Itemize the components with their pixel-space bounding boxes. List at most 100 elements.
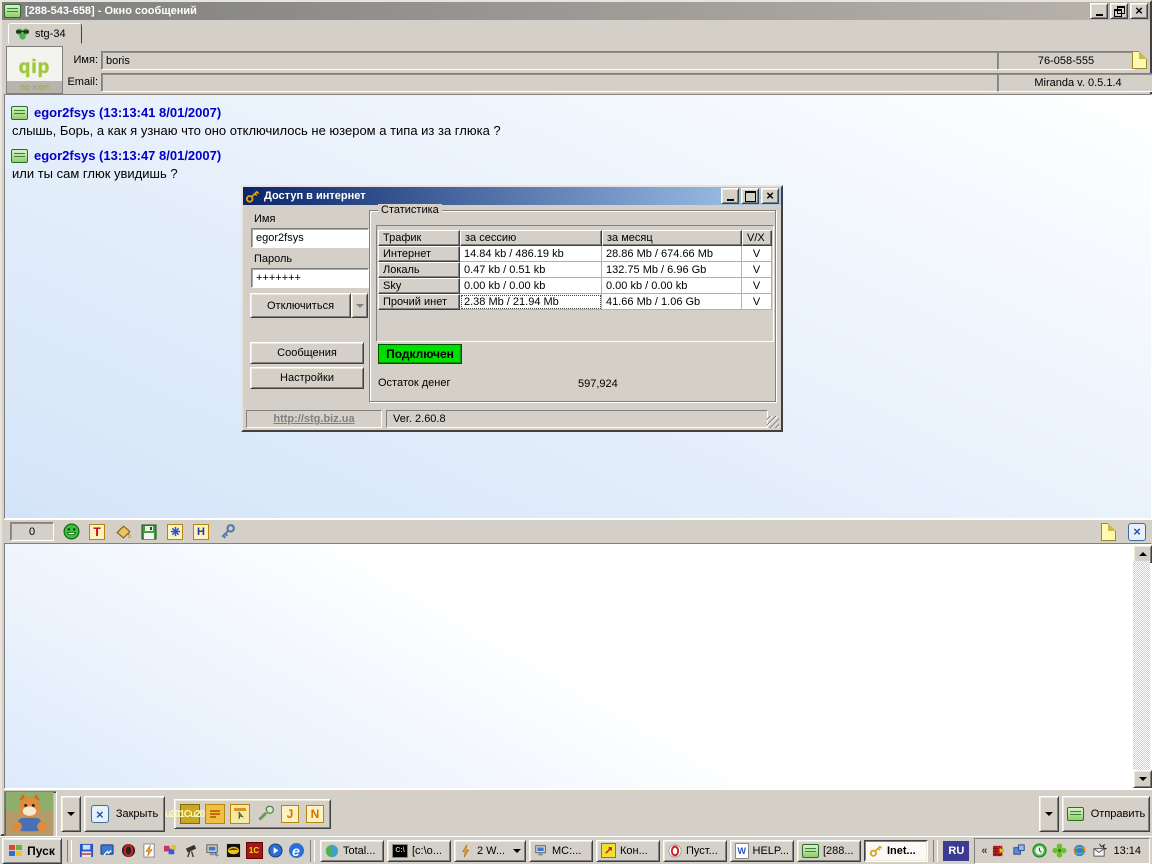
cell-check: V — [742, 262, 772, 278]
quotes-icon[interactable] — [180, 804, 200, 824]
dialog-minimize-button[interactable] — [721, 188, 739, 204]
quicklaunch-computer-icon[interactable] — [203, 842, 221, 860]
tab-label: stg-34 — [35, 28, 66, 40]
dialog-maximize-button[interactable] — [741, 188, 759, 204]
tray-puzzle-icon[interactable] — [1011, 843, 1027, 859]
key-icon — [245, 189, 260, 204]
quicklaunch-telescope-icon[interactable] — [182, 842, 200, 860]
name-field[interactable]: boris — [101, 51, 1001, 70]
tab-bar: stg-34 — [4, 22, 1152, 44]
cell-check: V — [742, 278, 772, 294]
quicklaunch-bat-icon[interactable] — [224, 842, 242, 860]
taskbar-button-cmd[interactable]: [c:\o... — [387, 840, 451, 862]
message-input[interactable] — [4, 543, 1152, 789]
taskbar-separator — [310, 840, 315, 862]
incoming-message-icon — [11, 149, 28, 163]
messages-button[interactable]: Сообщения — [250, 342, 364, 364]
quicklaunch-1c-icon[interactable] — [245, 842, 263, 860]
close-options-dropdown[interactable] — [61, 796, 81, 832]
quicklaunch-lightning-icon[interactable] — [140, 842, 158, 860]
close-button[interactable] — [1130, 3, 1148, 19]
window-cursor-icon[interactable] — [230, 804, 250, 824]
settings-button[interactable]: Настройки — [250, 367, 364, 389]
statistics-group: Статистика Трафик за сессию за месяц V/X… — [369, 210, 776, 402]
cell-session-selected: 2.38 Mb / 21.94 Mb — [460, 294, 602, 310]
email-field[interactable] — [101, 73, 1001, 92]
wrench-icon[interactable] — [255, 804, 275, 824]
send-options-dropdown[interactable] — [1039, 796, 1059, 832]
col-header-vx[interactable]: V/X — [742, 230, 772, 246]
password-input[interactable]: +++++++ — [251, 268, 369, 288]
windows-logo-icon — [9, 845, 23, 857]
taskbar-button-help-doc[interactable]: HELP... — [730, 840, 794, 862]
taskbar-button-mc[interactable]: МС:... — [529, 840, 593, 862]
text-color-icon[interactable] — [88, 523, 106, 541]
taskbar-button-total[interactable]: Total... — [320, 840, 384, 862]
quicklaunch-internet-explorer-icon[interactable] — [287, 842, 305, 860]
minimize-button[interactable] — [1090, 3, 1108, 19]
asterisk-icon[interactable] — [166, 523, 184, 541]
tray-clock-icon[interactable] — [1031, 843, 1047, 859]
taskbar-button-console[interactable]: Кон... — [596, 840, 660, 862]
quicklaunch-opera-icon[interactable] — [119, 842, 137, 860]
login-input[interactable]: egor2fsys — [251, 228, 369, 248]
col-header-traffic[interactable]: Трафик — [378, 230, 460, 246]
taskbar-separator — [67, 840, 72, 862]
quote-key-icon[interactable] — [218, 523, 236, 541]
quicklaunch-floppy-icon[interactable] — [77, 842, 95, 860]
tray-collapse-icon[interactable] — [981, 845, 987, 857]
template-icon[interactable] — [205, 804, 225, 824]
journal-icon[interactable] — [280, 804, 300, 824]
clover-sunglasses-icon — [15, 26, 30, 41]
statistics-panel: Трафик за сессию за месяц V/X Интернет 1… — [376, 225, 774, 342]
row-header[interactable]: Sky — [378, 278, 460, 294]
taskbar-button-inet-active[interactable]: Inet... — [864, 840, 928, 862]
message-header: egor2fsys (13:13:47 8/01/2007) — [11, 148, 1145, 163]
cell-session: 0.47 kb / 0.51 kb — [460, 262, 602, 278]
tab-stg-34[interactable]: stg-34 — [8, 23, 82, 44]
tray-clover-icon[interactable] — [1051, 843, 1067, 859]
quicklaunch-palette-icon[interactable] — [161, 842, 179, 860]
start-button[interactable]: Пуск — [2, 838, 62, 864]
tray-globe-icon[interactable] — [1071, 843, 1087, 859]
restore-button[interactable] — [1110, 3, 1128, 19]
quicklaunch-media-player-icon[interactable] — [266, 842, 284, 860]
cell-month: 41.66 Mb / 1.06 Gb — [602, 294, 742, 310]
language-indicator[interactable]: RU — [943, 841, 969, 861]
send-button[interactable]: Отправить — [1062, 796, 1150, 832]
col-header-session[interactable]: за сессию — [460, 230, 602, 246]
dialog-close-button[interactable] — [761, 188, 779, 204]
resize-grip[interactable] — [767, 416, 779, 428]
history-icon[interactable] — [192, 523, 210, 541]
paint-bucket-icon[interactable] — [114, 523, 132, 541]
save-icon[interactable] — [140, 523, 158, 541]
disconnect-button[interactable]: Отключиться — [250, 293, 351, 318]
col-header-month[interactable]: за месяц — [602, 230, 742, 246]
quicklaunch-show-desktop-icon[interactable] — [98, 842, 116, 860]
tray-download-icon[interactable] — [991, 843, 1007, 859]
row-header[interactable]: Локаль — [378, 262, 460, 278]
notes-icon[interactable] — [305, 804, 325, 824]
taskbar-clock[interactable]: 13:14 — [1111, 845, 1143, 857]
taskbar: Пуск Total... [c:\o... 2 W — [0, 836, 1152, 864]
compose-actions-bar: Закрыть — [4, 789, 1152, 839]
tray-mail-icon[interactable] — [1091, 843, 1107, 859]
window-title: [288-543-658] - Окно сообщений — [25, 5, 197, 17]
row-header[interactable]: Интернет — [378, 246, 460, 262]
stg-link[interactable]: http://stg.biz.ua — [273, 413, 354, 425]
smiley-icon[interactable] — [62, 523, 80, 541]
scroll-down-button[interactable] — [1133, 770, 1152, 788]
compose-scrollbar[interactable] — [1133, 545, 1150, 788]
client-version-field: Miranda v. 0.5.1.4 — [997, 73, 1152, 92]
close-tab-icon[interactable] — [1128, 523, 1146, 541]
user-details-icon[interactable] — [1132, 51, 1147, 69]
taskbar-button-message-window[interactable]: [288... — [797, 840, 861, 862]
new-note-icon[interactable] — [1101, 523, 1116, 541]
taskbar-button-opera[interactable]: Пуст... — [663, 840, 727, 862]
cell-check: V — [742, 294, 772, 310]
scrollbar-track[interactable] — [1133, 561, 1150, 772]
row-header[interactable]: Прочий инет — [378, 294, 460, 310]
close-button-bottom[interactable]: Закрыть — [84, 796, 165, 832]
disconnect-dropdown[interactable] — [351, 293, 368, 318]
taskbar-button-downloads-group[interactable]: 2 W... — [454, 840, 526, 862]
